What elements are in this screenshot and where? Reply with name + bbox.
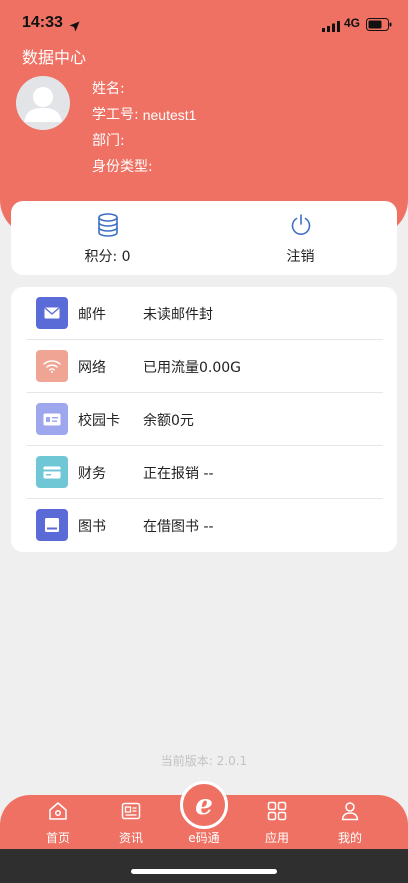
tab-home[interactable]: 首页 <box>28 795 88 849</box>
tab-e-code[interactable]: e e码通 <box>174 781 234 849</box>
service-name: 网络 <box>78 360 106 376</box>
profile-type-label: 身份类型: <box>92 159 153 175</box>
service-value: 已用流量0.00G <box>143 360 242 376</box>
page-title: 数据中心 <box>22 48 87 67</box>
service-name: 图书 <box>78 519 106 535</box>
service-value: 在借图书 -- <box>143 519 214 535</box>
profile-type-line: 身份类型: <box>92 158 196 184</box>
user-icon <box>340 801 360 825</box>
logout-label: 注销 <box>286 249 315 265</box>
version-label: 当前版本: 2.0.1 <box>160 754 248 768</box>
signal-icon <box>322 17 340 36</box>
points-button[interactable]: 积分: 0 <box>11 201 204 275</box>
tab-label: 资讯 <box>118 831 143 845</box>
status-time: 14:33 <box>22 14 63 31</box>
avatar[interactable] <box>16 76 70 130</box>
home-icon <box>48 801 68 825</box>
service-name: 邮件 <box>78 307 106 323</box>
service-value: 正在报销 -- <box>143 466 214 482</box>
services-card: 邮件 未读邮件封 网络 已用流量0.00G 校园卡 余额0元 财务 正在报销 -… <box>11 287 397 552</box>
battery-icon <box>366 16 392 35</box>
home-indicator[interactable] <box>131 869 277 874</box>
home-indicator-area <box>0 849 408 883</box>
service-row-network[interactable]: 网络 已用流量0.00G <box>11 340 397 393</box>
profile-name-label: 姓名: <box>92 81 125 97</box>
quick-actions-card: 积分: 0 注销 <box>11 201 397 275</box>
mail-icon <box>36 297 68 329</box>
profile-info: 姓名: 学工号: neutest1 部门: 身份类型: <box>92 80 196 184</box>
network-type: 4G <box>344 16 361 30</box>
profile-id-line: 学工号: neutest1 <box>92 106 196 132</box>
service-value: 余额0元 <box>143 413 194 429</box>
e-code-icon: e <box>180 781 228 829</box>
profile-id-value: neutest1 <box>142 107 197 123</box>
tab-label: 首页 <box>45 831 70 845</box>
wallet-icon <box>36 456 68 488</box>
service-row-finance[interactable]: 财务 正在报销 -- <box>11 446 397 499</box>
tab-label: e码通 <box>188 831 220 845</box>
service-value: 未读邮件封 <box>143 307 213 323</box>
service-row-mail[interactable]: 邮件 未读邮件封 <box>11 287 397 340</box>
status-bar: 14:33 4G <box>0 0 408 44</box>
service-name: 校园卡 <box>78 413 120 429</box>
id-card-icon <box>36 403 68 435</box>
tab-news[interactable]: 资讯 <box>101 795 161 849</box>
profile-id-label: 学工号: <box>92 107 139 123</box>
apps-icon <box>267 801 287 825</box>
service-row-campus-card[interactable]: 校园卡 余额0元 <box>11 393 397 446</box>
points-label: 积分: 0 <box>84 249 131 265</box>
tab-label: 应用 <box>264 831 289 845</box>
profile-dept-label: 部门: <box>92 133 125 149</box>
tab-apps[interactable]: 应用 <box>247 795 307 849</box>
avatar-person-icon <box>24 87 62 122</box>
wifi-icon <box>36 350 68 382</box>
logout-button[interactable]: 注销 <box>204 201 397 275</box>
book-icon <box>36 509 68 541</box>
database-icon <box>97 213 119 241</box>
news-icon <box>121 801 141 825</box>
location-arrow-icon <box>69 17 80 36</box>
service-row-library[interactable]: 图书 在借图书 -- <box>11 499 397 552</box>
profile-dept-line: 部门: <box>92 132 196 158</box>
service-name: 财务 <box>78 466 106 482</box>
tab-profile[interactable]: 我的 <box>320 795 380 849</box>
tab-label: 我的 <box>337 831 362 845</box>
power-icon <box>289 213 313 241</box>
profile-name-line: 姓名: <box>92 80 196 106</box>
